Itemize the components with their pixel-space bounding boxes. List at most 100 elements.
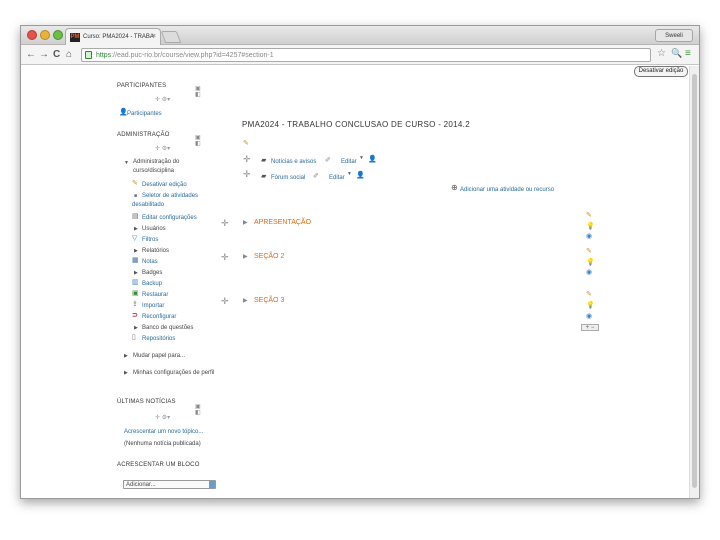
edit-dropdown-caret-icon[interactable]: ▼ <box>347 170 352 178</box>
assign-roles-icon[interactable]: 👤 <box>356 172 365 180</box>
users-item[interactable]: Usuários <box>142 225 166 233</box>
block-move-icon[interactable]: ✛ ⚙▾ <box>155 414 170 421</box>
participants-link[interactable]: Participantes <box>127 110 162 118</box>
profile-button[interactable]: Sweeli <box>655 29 693 42</box>
add-block-select[interactable]: Adicionar... <box>123 480 216 489</box>
add-activity-link[interactable]: Adicionar uma atividade ou recurso <box>460 186 554 194</box>
reload-icon[interactable]: C <box>53 48 60 62</box>
block-dock-icon[interactable]: ▣ ◧ <box>195 404 207 416</box>
highlight-lightbulb-icon[interactable]: 💡 <box>586 302 595 310</box>
move-icon[interactable]: ✛ <box>243 155 251 164</box>
highlight-lightbulb-icon[interactable]: 💡 <box>586 259 595 267</box>
collapsed-triangle-icon: ▶ <box>134 226 138 232</box>
moodle-favicon-icon: PM <box>70 33 80 42</box>
section-edit-pencil-icon[interactable]: ✎ <box>586 291 592 299</box>
move-icon[interactable]: ✛ <box>243 170 251 179</box>
section-move-icon[interactable]: ✛ <box>221 218 229 229</box>
add-remove-sections-control[interactable]: + − <box>581 324 599 331</box>
section-title[interactable]: APRESENTAÇÃO <box>254 219 311 226</box>
maximize-window-button[interactable] <box>53 30 63 40</box>
section-collapse-icon[interactable]: ▶ <box>243 297 248 304</box>
edit-pencil-icon[interactable]: ✎ <box>243 140 249 148</box>
add-topic-link[interactable]: Acrescentar um novo tópico... <box>124 428 203 436</box>
reports-item[interactable]: Relatórios <box>142 247 169 255</box>
switch-role-item[interactable]: Mudar papel para... <box>133 352 185 360</box>
grades-link[interactable]: Notas <box>142 258 158 266</box>
filter-icon: ▽ <box>132 235 138 242</box>
forward-arrow-icon[interactable]: → <box>39 48 49 62</box>
page-scrollbar[interactable] <box>689 66 699 498</box>
my-profile-settings-item[interactable]: Minhas configurações de perfil <box>133 369 219 378</box>
question-bank-item[interactable]: Banco de questões <box>142 324 193 332</box>
minimize-window-button[interactable] <box>40 30 50 40</box>
admin-course-item[interactable]: Administração do curso/disciplina <box>133 158 203 176</box>
activity-chooser-link[interactable]: Seletor de atividades desabilitado <box>132 192 224 210</box>
section-move-icon[interactable]: ✛ <box>221 296 229 307</box>
section-title[interactable]: SEÇÃO 2 <box>254 253 284 260</box>
section-collapse-icon[interactable]: ▶ <box>243 253 248 260</box>
edit-title-pencil-icon[interactable]: ✐ <box>325 157 331 165</box>
filters-link[interactable]: Filtros <box>142 236 158 244</box>
collapsed-triangle-icon: ▶ <box>134 270 138 276</box>
badges-item[interactable]: Badges <box>142 269 162 277</box>
pencil-icon: ✎ <box>132 180 138 187</box>
reset-icon: ⊃ <box>132 312 138 319</box>
backup-link[interactable]: Backup <box>142 280 162 288</box>
url-path: ://ead.puc-rio.br/course/view.php?id=425… <box>111 52 274 59</box>
backup-icon: ▥ <box>132 279 139 286</box>
section-title[interactable]: SEÇÃO 3 <box>254 297 284 304</box>
restore-icon: ▣ <box>132 290 139 297</box>
forum-icon: ▰ <box>261 157 267 164</box>
expanded-triangle-icon: ▼ <box>124 160 129 166</box>
browser-tab[interactable]: PM Curso: PMA2024 - TRABA × <box>65 28 161 45</box>
tab-close-icon[interactable]: × <box>152 29 156 45</box>
browser-menu-icon[interactable]: ≡ <box>685 48 691 59</box>
url-protocol: https <box>96 52 112 59</box>
visibility-eye-icon[interactable]: ◉ <box>586 233 592 241</box>
edit-dropdown-caret-icon[interactable]: ▼ <box>359 154 364 162</box>
block-dock-icon[interactable]: ▣ ◧ <box>195 86 207 98</box>
section-edit-pencil-icon[interactable]: ✎ <box>586 212 592 220</box>
section-apresentacao: ✛ ▶ APRESENTAÇÃO <box>221 218 601 230</box>
edit-settings-link[interactable]: Editar configurações <box>142 214 197 222</box>
disable-editing-link[interactable]: Desativar edição <box>142 181 187 189</box>
social-forum-link[interactable]: Fórum social <box>271 174 305 182</box>
lock-icon <box>85 51 92 59</box>
section-move-icon[interactable]: ✛ <box>221 252 229 263</box>
bookmark-star-icon[interactable]: ☆ <box>657 48 666 59</box>
news-forum-link[interactable]: Notícias e avisos <box>271 158 316 166</box>
highlight-lightbulb-icon[interactable]: 💡 <box>586 223 595 231</box>
restore-link[interactable]: Restaurar <box>142 291 168 299</box>
collapsed-triangle-icon: ▶ <box>124 370 128 376</box>
reset-link[interactable]: Reconfigurar <box>142 313 176 321</box>
new-tab-button[interactable] <box>160 31 182 43</box>
visibility-eye-icon[interactable]: ◉ <box>586 313 592 321</box>
edit-menu-social[interactable]: Editar <box>329 174 345 182</box>
home-icon[interactable]: ⌂ <box>66 48 72 62</box>
disable-editing-button[interactable]: Desativar edição <box>634 66 688 77</box>
scrollbar-thumb[interactable] <box>692 74 697 488</box>
block-move-icon[interactable]: ✛ ⚙▾ <box>155 145 170 152</box>
edit-menu-news[interactable]: Editar <box>341 158 357 166</box>
repositories-link[interactable]: Repositórios <box>142 335 175 343</box>
news-block-title: ÚLTIMAS NOTÍCIAS <box>117 399 176 405</box>
back-arrow-icon[interactable]: ← <box>26 48 36 62</box>
course-title: PMA2024 - TRABALHO CONCLUSAO DE CURSO - … <box>242 120 470 129</box>
section-secao-3: ✛ ▶ SEÇÃO 3 <box>221 296 601 308</box>
edit-title-pencil-icon[interactable]: ✐ <box>313 173 319 181</box>
block-dock-icon[interactable]: ▣ ◧ <box>195 135 207 147</box>
close-window-button[interactable] <box>27 30 37 40</box>
block-move-icon[interactable]: ✛ ⚙▾ <box>155 96 170 103</box>
visibility-eye-icon[interactable]: ◉ <box>586 269 592 277</box>
no-news-text: (Nenhuma notícia publicada) <box>124 441 201 447</box>
participants-block-title: PARTICIPANTES <box>117 83 167 89</box>
section-collapse-icon[interactable]: ▶ <box>243 219 248 226</box>
section-edit-pencil-icon[interactable]: ✎ <box>586 248 592 256</box>
title-bar: PM Curso: PMA2024 - TRABA × Sweeli <box>21 26 699 45</box>
add-block-title: ACRESCENTAR UM BLOCO <box>117 462 200 468</box>
address-bar[interactable]: https://ead.puc-rio.br/course/view.php?i… <box>81 48 651 62</box>
assign-roles-icon[interactable]: 👤 <box>368 156 377 164</box>
zoom-icon[interactable]: 🔍 <box>671 48 682 59</box>
import-link[interactable]: Importar <box>142 302 164 310</box>
tab-title: Curso: PMA2024 - TRABA <box>83 34 154 40</box>
